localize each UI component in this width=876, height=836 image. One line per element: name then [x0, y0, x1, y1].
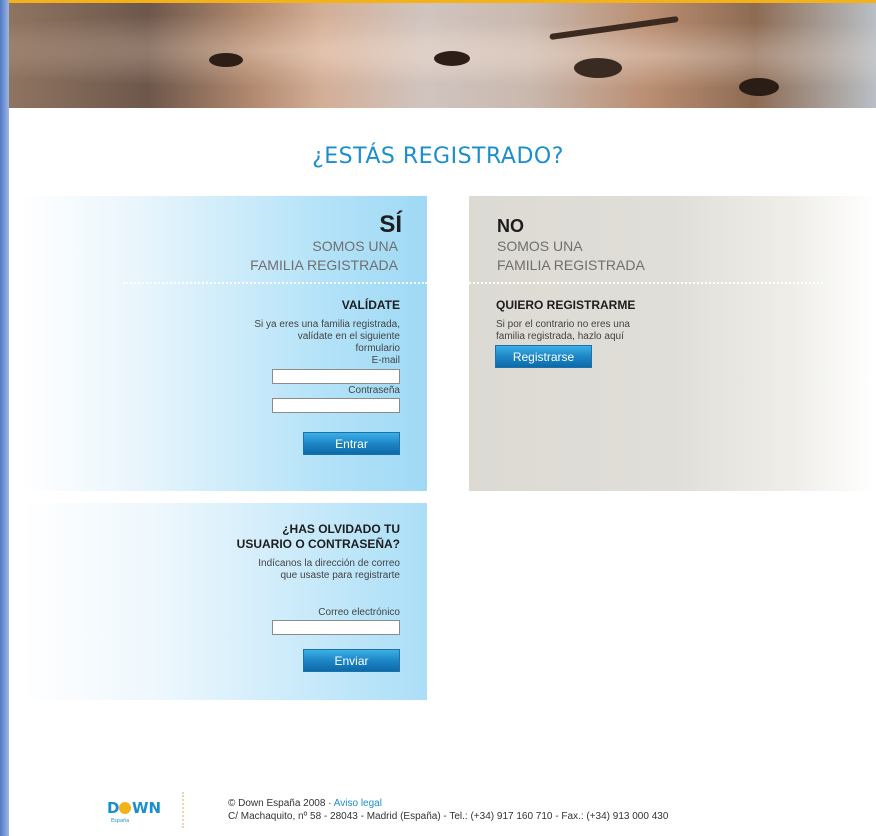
forgot-desc-2: que usaste para registrarte — [280, 570, 400, 581]
send-button[interactable]: Enviar — [303, 649, 400, 672]
validate-desc-1: Si ya eres una familia registrada, — [254, 319, 400, 330]
svg-text:D: D — [107, 799, 119, 817]
footer-address: C/ Machaquito, nº 58 - 28043 - Madrid (E… — [228, 811, 669, 822]
no-subheading-2: FAMILIA REGISTRADA — [497, 257, 645, 273]
forgot-password-panel: ¿HAS OLVIDADO TU USUARIO O CONTRASEÑA? I… — [21, 503, 427, 700]
down-espana-logo: D WN España — [107, 799, 161, 824]
window-left-edge — [0, 0, 9, 836]
login-button[interactable]: Entrar — [303, 432, 400, 455]
divider — [469, 282, 823, 284]
forgot-title-1: ¿HAS OLVIDADO TU — [282, 522, 400, 536]
validate-title: VALÍDATE — [341, 298, 400, 312]
email-label: E-mail — [371, 355, 400, 366]
recovery-email-field[interactable] — [272, 620, 400, 635]
page-title: ¿ESTÁS REGISTRADO? — [312, 144, 564, 169]
validate-desc-2: valídate en el siguiente — [297, 331, 400, 342]
no-subheading-1: SOMOS UNA — [497, 238, 583, 254]
password-label: Contraseña — [348, 385, 400, 396]
svg-text:WN: WN — [132, 799, 161, 817]
registered-panel: SÍ SOMOS UNA FAMILIA REGISTRADA VALÍDATE… — [21, 196, 427, 491]
svg-text:España: España — [111, 818, 129, 824]
footer-line-1: © Down España 2008 · Aviso legal — [228, 798, 382, 809]
register-title: QUIERO REGISTRARME — [496, 298, 636, 312]
copyright-text: © Down España 2008 · — [228, 798, 334, 809]
forgot-title-2: USUARIO O CONTRASEÑA? — [236, 537, 400, 551]
divider — [123, 282, 427, 284]
password-field[interactable] — [272, 398, 400, 413]
register-button[interactable]: Registrarse — [495, 345, 592, 368]
no-heading: NO — [497, 216, 524, 236]
header-photo — [9, 3, 876, 108]
register-desc-1: Si por el contrario no eres una — [496, 319, 630, 330]
legal-notice-link[interactable]: Aviso legal — [334, 798, 382, 809]
yes-heading: SÍ — [379, 211, 402, 238]
forgot-desc-1: Indícanos la dirección de correo — [258, 558, 400, 569]
email-field[interactable] — [272, 369, 400, 384]
register-desc-2: familia registrada, hazlo aquí — [496, 331, 624, 342]
yes-subheading-2: FAMILIA REGISTRADA — [250, 257, 398, 273]
forgot-email-label: Correo electrónico — [318, 607, 400, 618]
not-registered-panel: NO SOMOS UNA FAMILIA REGISTRADA QUIERO R… — [469, 196, 875, 491]
footer-divider — [182, 792, 184, 828]
validate-desc-3: formulario — [355, 343, 400, 354]
yes-subheading-1: SOMOS UNA — [312, 238, 398, 254]
